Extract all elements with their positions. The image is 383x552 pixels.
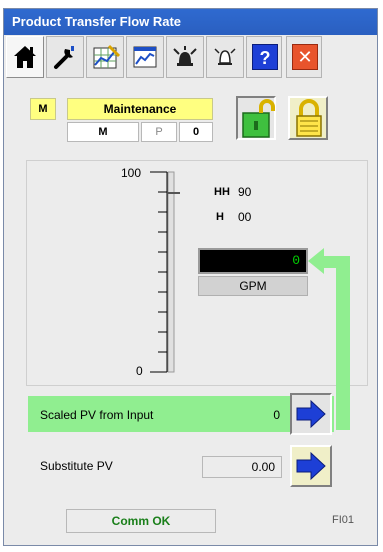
mode-cell-m: M — [67, 122, 139, 142]
scaled-pv-label: Scaled PV from Input — [40, 408, 154, 422]
lock-button[interactable] — [288, 96, 328, 140]
mode-cell-0: 0 — [179, 122, 213, 142]
unlock-button[interactable] — [236, 96, 276, 140]
h-limit-value: 00 — [238, 210, 252, 224]
close-button[interactable]: ✕ — [286, 36, 322, 78]
substitute-pv-input[interactable]: 0.00 — [202, 456, 282, 478]
bar-graph-scale — [150, 171, 180, 373]
hh-limit-value: 90 — [238, 185, 252, 199]
comm-status: Comm OK — [66, 509, 216, 533]
maintenance-button[interactable] — [46, 36, 84, 78]
mode-name: Maintenance — [67, 98, 213, 120]
help-icon: ? — [252, 44, 278, 70]
home-button[interactable] — [6, 36, 44, 78]
select-scaled-pv-button[interactable] — [290, 393, 332, 435]
scale-max-label: 100 — [121, 166, 142, 180]
close-icon: ✕ — [292, 44, 318, 70]
trend-button[interactable] — [126, 36, 164, 78]
tag-name: FI01 — [332, 514, 355, 526]
hh-limit-symbol: HH — [214, 186, 230, 198]
h-limit-symbol: H — [216, 211, 224, 223]
pv-units: GPM — [198, 276, 308, 296]
select-substitute-pv-button[interactable] — [290, 445, 332, 487]
alarm-ack-button[interactable] — [166, 36, 204, 78]
pv-display: 0 — [198, 248, 308, 274]
help-button[interactable]: ? — [246, 36, 282, 78]
alarm-button[interactable] — [206, 36, 244, 78]
mode-indicator: M — [30, 98, 56, 120]
engineering-button[interactable] — [86, 36, 124, 78]
window-title: Product Transfer Flow Rate — [4, 9, 377, 35]
substitute-pv-label: Substitute PV — [40, 459, 113, 473]
scaled-pv-value: 0 — [273, 408, 280, 422]
mode-cell-p: P — [141, 122, 177, 142]
toolbar: ? ✕ — [6, 36, 371, 82]
